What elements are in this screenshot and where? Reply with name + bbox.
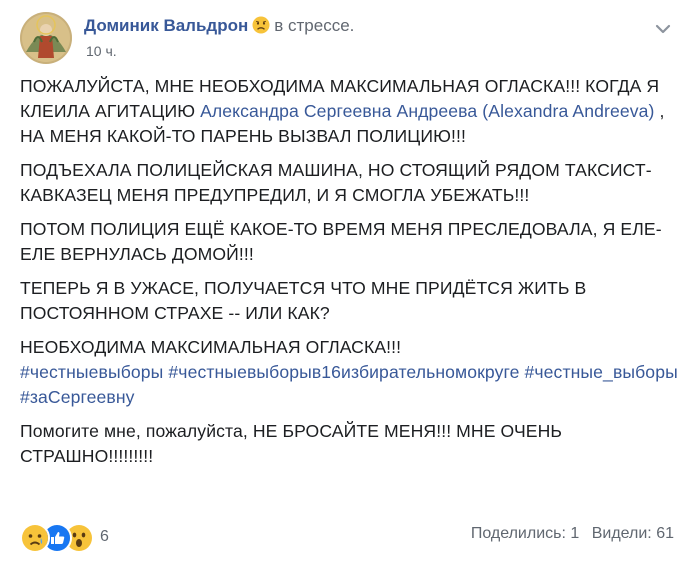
paragraph-5-text: НЕОБХОДИМА МАКСИМАЛЬНАЯ ОГЛАСКА!!! — [20, 337, 402, 357]
post-header: Доминик Вальдрон в стрессе. 10 ч. — [0, 10, 692, 66]
post-timestamp[interactable]: 10 ч. — [86, 43, 117, 59]
post-footer: 6 Поделились: 1 Видели: 61 — [0, 520, 692, 554]
hashtag-link[interactable]: #честныевыборы — [20, 362, 163, 382]
paragraph-3: ПОТОМ ПОЛИЦИЯ ЕЩЁ КАКОЕ-ТО ВРЕМЯ МЕНЯ ПР… — [20, 219, 662, 264]
author-line: Доминик Вальдрон в стрессе. — [84, 16, 354, 39]
hashtag-link[interactable]: #заСергеевну — [20, 387, 135, 407]
paragraph-2: ПОДЪЕХАЛА ПОЛИЦЕЙСКАЯ МАШИНА, НО СТОЯЩИЙ… — [20, 160, 652, 205]
feeling-text: в стрессе. — [274, 16, 355, 35]
views-count: Видели: 61 — [591, 525, 674, 542]
paragraph-4: ТЕПЕРЬ Я В УЖАСЕ, ПОЛУЧАЕТСЯ ЧТО МНЕ ПРИ… — [20, 278, 587, 323]
post-stats: Поделились: 1 Видели: 61 — [463, 525, 674, 543]
author-name[interactable]: Доминик Вальдрон — [84, 16, 248, 35]
paragraph-6: Помогите мне, пожалуйста, НЕ БРОСАЙТЕ МЕ… — [20, 421, 563, 466]
chevron-down-icon[interactable] — [654, 22, 672, 36]
sad-reaction-icon — [20, 523, 50, 553]
reaction-count[interactable]: 6 — [100, 528, 109, 546]
hashtag-link[interactable]: #честные_выборы — [525, 362, 678, 382]
tagged-person-link[interactable]: Александра Сергеевна Андреева (Alexandra… — [200, 101, 654, 121]
post-body: ПОЖАЛУЙСТА, МНЕ НЕОБХОДИМА МАКСИМАЛЬНАЯ … — [0, 74, 692, 469]
facebook-post: Доминик Вальдрон в стрессе. 10 ч. ПОЖАЛУЙ… — [0, 0, 692, 566]
paragraph-5: НЕОБХОДИМА МАКСИМАЛЬНАЯ ОГЛАСКА!!! #честн… — [20, 335, 678, 410]
stressed-emoji-icon — [252, 16, 270, 39]
author-avatar[interactable] — [20, 12, 72, 64]
paragraph-1: ПОЖАЛУЙСТА, МНЕ НЕОБХОДИМА МАКСИМАЛЬНАЯ … — [20, 74, 678, 149]
shares-count[interactable]: Поделились: 1 — [471, 525, 579, 542]
hashtag-link[interactable]: #честныевыборыв16избирательномокруге — [168, 362, 519, 382]
